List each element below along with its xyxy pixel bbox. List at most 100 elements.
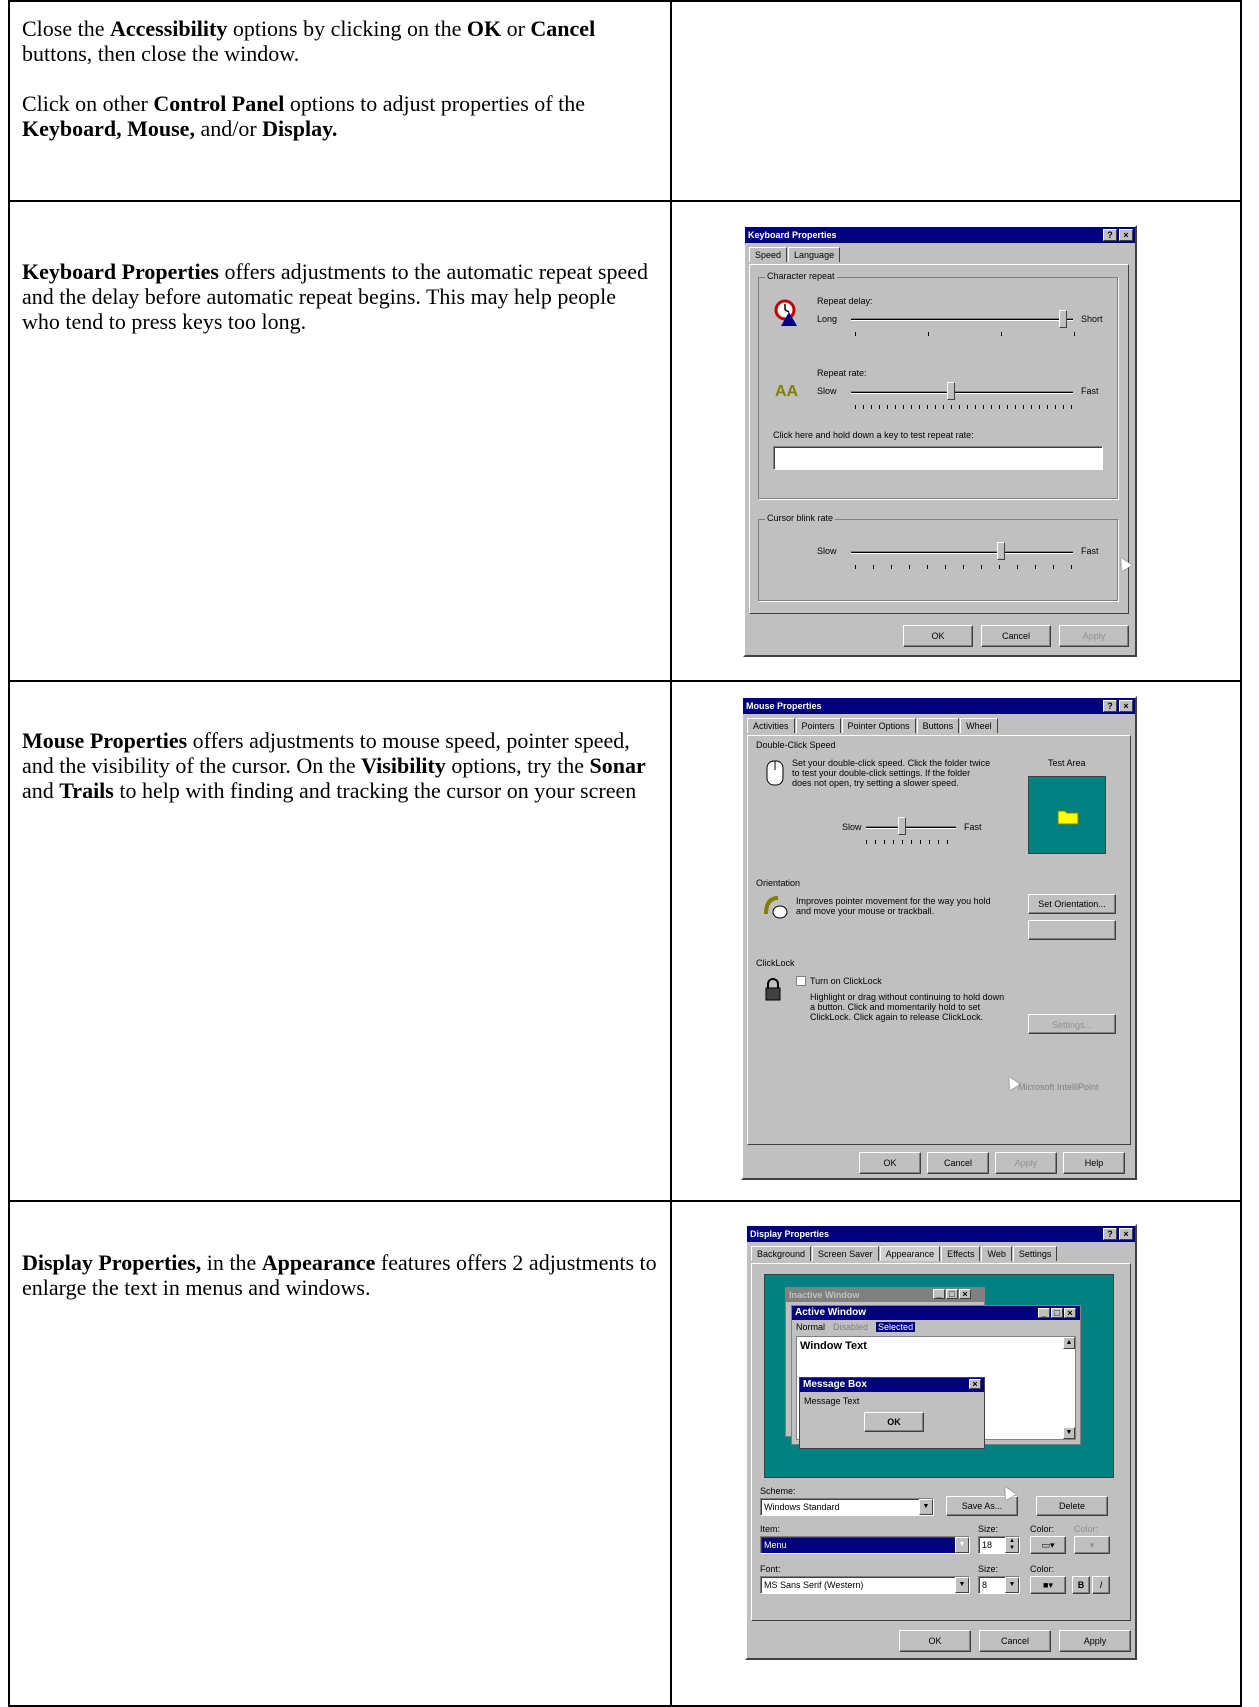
item-size-stepper[interactable]: 18 ▲ ▼ [978, 1536, 1020, 1554]
repeat-delay-slider[interactable] [1059, 310, 1067, 328]
long-label: Long [817, 314, 838, 324]
mouse-ok-button[interactable]: OK [859, 1152, 921, 1174]
clicklock-checkbox[interactable] [796, 976, 806, 986]
delete-button[interactable]: Delete [1036, 1496, 1108, 1516]
close-icon: × [959, 1289, 971, 1299]
tab-background[interactable]: Background [751, 1246, 812, 1261]
close-icon[interactable]: × [1119, 1228, 1133, 1240]
bold-run: Appearance [261, 1250, 376, 1275]
keyboard-apply-button[interactable]: Apply [1059, 625, 1129, 647]
font-label: Font: [760, 1564, 781, 1574]
close-icon[interactable]: × [1119, 229, 1133, 241]
appearance-preview[interactable]: Inactive Window _ □ × Active Window _ □ … [764, 1274, 1114, 1478]
dbl-slow-label: Slow [842, 822, 862, 832]
font-size-select[interactable]: 8 ▼ [978, 1576, 1020, 1594]
clicklock-settings-button[interactable]: Settings... [1028, 1014, 1116, 1034]
italic-button[interactable]: I [1092, 1576, 1110, 1594]
item-select[interactable]: Menu ▼ [760, 1536, 970, 1554]
bold-run: Visibility [361, 753, 446, 778]
row4-text-cell: Display Properties, in the Appearance fe… [8, 1200, 672, 1707]
display-paragraph: Display Properties, in the Appearance fe… [22, 1250, 658, 1300]
maximize-icon: □ [946, 1289, 958, 1299]
tab-settings[interactable]: Settings [1012, 1246, 1058, 1261]
text-run: buttons, then close the window. [22, 41, 300, 66]
double-click-ticks [866, 840, 956, 844]
close-icon: × [1064, 1308, 1076, 1318]
tab-language[interactable]: Language [788, 247, 841, 262]
chevron-down-icon[interactable]: ▼ [1005, 1577, 1019, 1593]
maximize-icon: □ [1051, 1308, 1063, 1318]
clock-icon [774, 299, 797, 326]
orientation-mouse-icon [764, 896, 788, 919]
repeat-delay-label: Repeat delay: [817, 296, 873, 306]
mouse-cancel-button[interactable]: Cancel [927, 1152, 989, 1174]
folder-icon[interactable] [1057, 807, 1079, 825]
test-area-box[interactable] [1028, 776, 1106, 854]
chevron-down-icon[interactable]: ▼ [955, 1577, 969, 1593]
tab-buttons[interactable]: Buttons [916, 718, 960, 733]
message-box-preview: Message Box × Message Text OK [799, 1377, 985, 1449]
minimize-icon: _ [933, 1289, 945, 1299]
cursor-blink-slider[interactable] [997, 542, 1005, 560]
tab-pointers[interactable]: Pointers [795, 718, 841, 733]
keyboard-tab-panel: Character repeat Repeat delay: Long Shor… [749, 264, 1133, 614]
mouse-properties-dialog: Mouse Properties ? × Activities Pointers… [741, 696, 1137, 1180]
bold-run: Control Panel [153, 91, 285, 116]
tab-screen-saver[interactable]: Screen Saver [812, 1246, 879, 1261]
row1-paragraph1: Close the Accessibility options by click… [22, 16, 658, 66]
message-ok-button: OK [864, 1412, 924, 1432]
keyboard-paragraph: Keyboard Properties offers adjustments t… [22, 259, 658, 334]
spinner-icon[interactable]: ▲ ▼ [1005, 1537, 1019, 1553]
keyboard-cancel-button[interactable]: Cancel [981, 625, 1051, 647]
display-tabs: Background Screen Saver Appearance Effec… [751, 1246, 1058, 1261]
scroll-arrow-icon: ▼ [1063, 1427, 1075, 1439]
double-click-track [866, 826, 956, 829]
scheme-select[interactable]: Windows Standard ▼ [760, 1498, 934, 1516]
bold-run: Keyboard Properties [22, 259, 219, 284]
font-select[interactable]: MS Sans Serif (Western) ▼ [760, 1576, 970, 1594]
repeat-rate-slider[interactable] [947, 382, 955, 400]
inactive-window-buttons: _ □ × [933, 1289, 971, 1299]
tab-speed[interactable]: Speed [749, 247, 788, 262]
help-icon[interactable]: ? [1103, 700, 1117, 712]
help-icon[interactable]: ? [1103, 1228, 1117, 1240]
item-value: Menu [764, 1540, 787, 1550]
close-icon[interactable]: × [1119, 700, 1133, 712]
tab-appearance[interactable]: Appearance [879, 1246, 941, 1261]
short-label: Short [1081, 314, 1103, 324]
mouse-help-button[interactable]: Help [1063, 1152, 1125, 1174]
repeat-delay-track [851, 318, 1073, 321]
mouse-apply-button[interactable]: Apply [995, 1152, 1057, 1174]
test-repeat-input[interactable] [773, 446, 1103, 470]
tab-activities[interactable]: Activities [747, 718, 795, 733]
bold-button[interactable]: B [1072, 1576, 1090, 1594]
chevron-down-icon[interactable]: ▼ [955, 1537, 969, 1553]
font-size-value: 8 [982, 1580, 988, 1590]
tab-wheel[interactable]: Wheel [960, 718, 998, 733]
tab-effects[interactable]: Effects [941, 1246, 981, 1261]
item-color-button[interactable]: ▭▾ [1030, 1536, 1066, 1554]
tab-web[interactable]: Web [981, 1246, 1012, 1261]
repeat-rate-label: Repeat rate: [817, 368, 867, 378]
set-orientation-button[interactable]: Set Orientation... [1028, 894, 1116, 914]
clicklock-description: Highlight or drag without continuing to … [810, 992, 1005, 1022]
display-apply-button[interactable]: Apply [1059, 1630, 1131, 1652]
display-cancel-button[interactable]: Cancel [979, 1630, 1051, 1652]
mouse-tab-panel: Double-Click Speed Set your double-click… [747, 735, 1131, 1145]
tab-pointer-options[interactable]: Pointer Options [841, 718, 916, 733]
row1-paragraph2: Click on other Control Panel options to … [22, 91, 658, 141]
double-click-slider[interactable] [898, 817, 906, 835]
font-color-button[interactable]: ■▾ [1030, 1576, 1066, 1594]
help-icon[interactable]: ? [1103, 229, 1117, 241]
repeat-rate-track [851, 391, 1073, 394]
keyboard-ok-button[interactable]: OK [903, 625, 973, 647]
mouse-screenshot-cell: Mouse Properties ? × Activities Pointers… [670, 680, 1242, 1202]
orientation-disabled-button [1028, 920, 1116, 940]
text-run: and [22, 778, 60, 803]
item-color2-button[interactable]: ▾ [1074, 1536, 1110, 1554]
chevron-down-icon[interactable]: ▼ [919, 1499, 933, 1515]
display-ok-button[interactable]: OK [899, 1630, 971, 1652]
clicklock-checkbox-label: Turn on ClickLock [810, 976, 882, 986]
blink-fast-label: Fast [1081, 546, 1099, 556]
menu-selected: Selected [876, 1322, 916, 1332]
